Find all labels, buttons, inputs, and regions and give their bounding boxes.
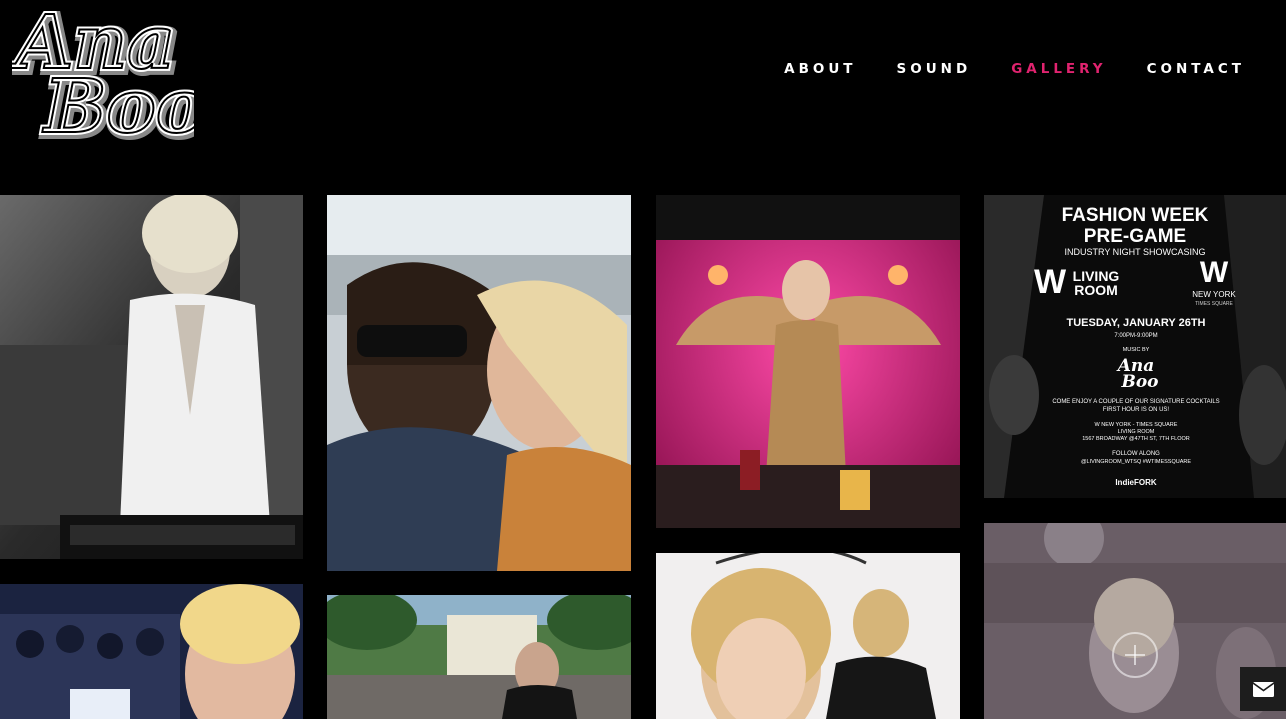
flyer-w-logo: W	[1034, 263, 1067, 301]
flyer-follow: FOLLOW ALONG	[1112, 451, 1160, 457]
flyer-subtitle: INDUSTRY NIGHT SHOWCASING	[1064, 247, 1205, 257]
flyer-offer-line1: COME ENJOY A COUPLE OF OUR SIGNATURE COC…	[1052, 399, 1219, 405]
gallery-photo-red-carpet[interactable]	[656, 553, 960, 719]
envelope-icon[interactable]	[1240, 667, 1286, 711]
flyer-artist-line2: Boo	[1120, 372, 1158, 392]
nav-contact[interactable]: CONTACT	[1147, 61, 1245, 77]
gallery-flyer-fashion-week[interactable]: FASHION WEEK PRE-GAME INDUSTRY NIGHT SHO…	[984, 195, 1286, 498]
flyer-address-line2: LIVING ROOM	[1118, 429, 1155, 435]
nav-sound[interactable]: SOUND	[897, 61, 972, 77]
flyer-address-line1: W NEW YORK - TIMES SQUARE	[1095, 422, 1178, 428]
flyer-city: NEW YORK	[1192, 290, 1236, 299]
logo-line2-inner: Boo	[42, 64, 194, 144]
gallery-photo-dj-crowd[interactable]	[0, 584, 303, 719]
nav-about[interactable]: ABOUT	[784, 61, 856, 77]
flyer-title-line2: PRE-GAME	[1084, 226, 1186, 247]
flyer-w-newyork-logo: W	[1200, 256, 1229, 289]
flyer-offer-line2: FIRST HOUR IS ON US!	[1103, 407, 1170, 413]
gallery-photo-pink-wings[interactable]	[656, 195, 960, 528]
flyer-venue-name2: ROOM	[1074, 282, 1118, 298]
gallery-photo-selfie-yacht[interactable]	[327, 195, 631, 571]
gallery-photo-dj-white-dress[interactable]	[0, 195, 303, 559]
plus-circle-icon[interactable]	[1112, 632, 1158, 678]
logo[interactable]: Ana Ana Ana Boo Boo Boo	[12, 2, 194, 144]
flyer-sponsor: IndieFORK	[1115, 478, 1157, 487]
gallery-photo-garden-party[interactable]	[327, 595, 631, 719]
flyer-date: TUESDAY, JANUARY 26TH	[1067, 317, 1206, 329]
flyer-music-by: MUSIC BY	[1123, 347, 1150, 353]
flyer-address-line3: 1567 BROADWAY @47TH ST, 7TH FLOOR	[1082, 436, 1190, 442]
flyer-handles: @LIVINGROOM_WTSQ #WTIMESSQUARE	[1081, 459, 1191, 465]
flyer-time: 7:00PM-9:00PM	[1114, 333, 1157, 339]
logo-wordmark: Ana Ana Ana Boo Boo Boo	[12, 2, 194, 144]
main-nav: ABOUT SOUND GALLERY CONTACT	[744, 61, 1245, 77]
nav-gallery[interactable]: GALLERY	[1011, 61, 1106, 77]
flyer-title-line1: FASHION WEEK	[1062, 205, 1209, 226]
flyer-city-sub: TIMES SQUARE	[1195, 301, 1233, 307]
